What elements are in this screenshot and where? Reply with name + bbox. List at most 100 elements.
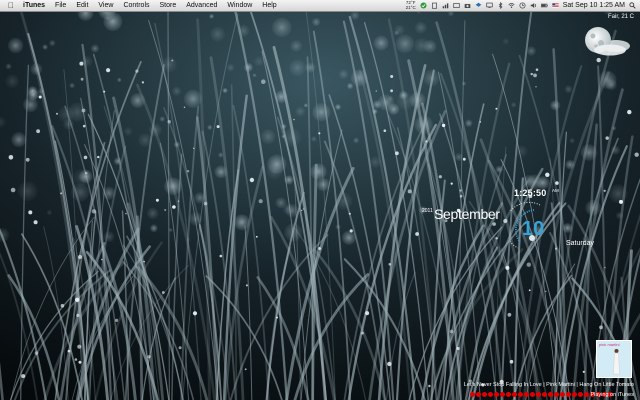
menu-itunes[interactable]: iTunes [22,0,50,11]
water-droplet [604,266,606,269]
bokeh-light [42,44,48,50]
water-droplet [634,152,639,157]
bluetooth-icon[interactable] [497,2,504,9]
widget-weekday: Saturday [566,240,595,247]
bokeh-light [207,124,213,130]
volume-icon[interactable] [530,2,537,9]
water-droplet [76,313,80,317]
water-droplet [103,90,106,93]
water-droplet [135,69,139,73]
bokeh-light [465,119,473,127]
rating-dot [554,392,559,397]
water-droplet [349,229,353,233]
album-artwork[interactable]: pink martini [596,340,632,378]
water-droplet [38,95,42,99]
bokeh-light [526,46,537,56]
rating-dot [548,392,553,397]
water-droplet [80,77,84,81]
moon-weather-icon [585,27,630,56]
water-droplet [605,136,609,140]
water-droplet [495,237,498,240]
bars-icon[interactable] [442,2,449,9]
rating-dot [578,392,583,397]
water-droplet [535,68,539,71]
menu-clock[interactable]: Sat Sep 10 1:25 AM [563,2,625,9]
water-droplet [106,68,111,73]
water-droplet [10,187,16,193]
clipboard-icon[interactable] [431,2,438,9]
water-droplet [390,89,393,93]
water-droplet [28,210,33,215]
camera-icon[interactable] [464,2,471,9]
display-icon[interactable] [486,2,493,9]
water-droplet [67,349,71,353]
menu-help[interactable]: Help [257,0,281,11]
wifi-icon[interactable] [508,2,515,9]
bokeh-light [338,69,349,79]
sync-check-icon[interactable] [420,2,427,9]
water-droplet [528,289,531,292]
dropbox-icon[interactable] [475,2,482,9]
battery-icon[interactable] [540,2,548,9]
water-droplet [192,311,198,316]
water-droplet [545,172,550,177]
rating-dot [476,392,481,397]
rating-dot [524,392,529,397]
us-flag-icon[interactable] [552,2,559,9]
water-droplet [81,108,86,113]
water-droplet [167,120,171,124]
water-droplet [627,109,632,115]
menu-window[interactable]: Window [222,0,257,11]
water-droplet [34,351,39,355]
apple-menu-icon[interactable]:  [8,1,16,10]
rating-dot [512,392,517,397]
bokeh-light [373,35,389,51]
bokeh-light [569,138,575,144]
menu-view[interactable]: View [93,0,118,11]
water-droplet [533,73,537,78]
rating-dot [530,392,535,397]
water-droplet [407,189,412,194]
menu-controls[interactable]: Controls [118,0,154,11]
water-droplet [530,72,533,76]
bokeh-light [172,86,182,96]
water-droplet [318,132,321,135]
water-droplet [441,123,446,128]
water-droplet [361,331,364,335]
water-droplet [603,189,606,192]
menu-edit[interactable]: Edit [71,0,93,11]
menu-file[interactable]: File [50,0,71,11]
rating-dot [500,392,505,397]
water-droplet [82,124,86,128]
time-machine-icon[interactable] [519,2,526,9]
bokeh-light [312,17,321,27]
water-droplet [479,121,482,123]
rating-dot [494,392,499,397]
bokeh-light [311,136,317,142]
menu-advanced[interactable]: Advanced [181,0,222,11]
menu-store[interactable]: Store [155,0,182,11]
water-droplet [390,75,394,78]
window-icon[interactable] [453,2,460,9]
water-droplet [387,361,392,367]
water-droplet [21,374,26,379]
bokeh-light [183,89,203,109]
water-droplet [462,157,466,161]
bokeh-light [69,82,75,89]
water-droplet [302,208,305,210]
water-droplet [459,194,463,198]
widget-day: 10 [522,218,545,240]
spotlight-search-icon[interactable] [629,2,636,9]
bokeh-light [90,44,100,53]
temperature-readout[interactable]: 72°F 21°C [406,0,416,10]
weather-condition: Fair, 21 C [607,14,634,20]
widget-month: September [434,206,500,222]
water-droplet [438,175,442,179]
water-droplet [555,181,559,185]
playing-status: Playing on iTunes [590,392,634,398]
water-droplet [318,247,322,250]
bokeh-light [17,181,38,202]
water-droplet [60,192,63,195]
rating-dot [584,392,589,397]
bokeh-light [305,62,316,73]
